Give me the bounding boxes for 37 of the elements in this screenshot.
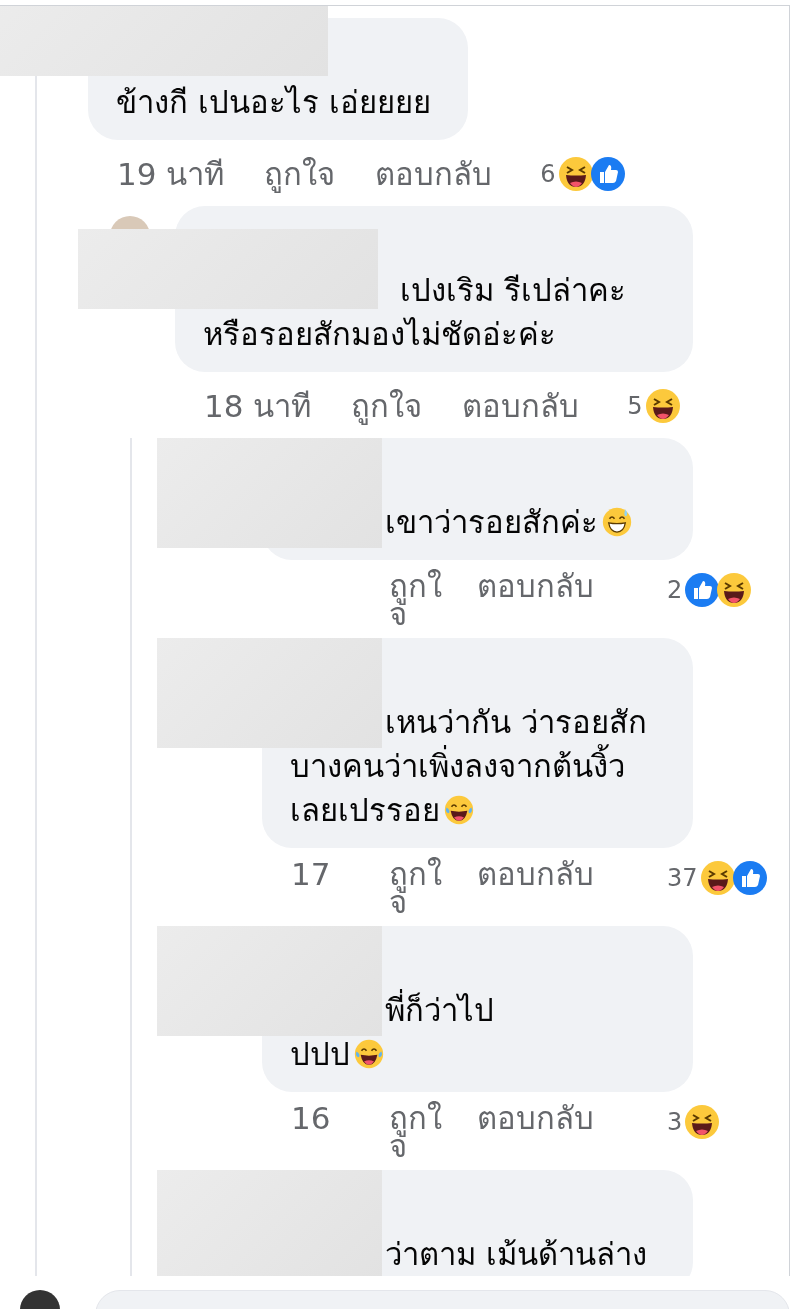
comment-text: บางคนว่าเพิ่งลงจากต้นงิ้ว	[290, 744, 625, 788]
thumbs-up-icon	[731, 860, 768, 896]
reply-link[interactable]: ตอบกลับ	[477, 1104, 594, 1132]
grinning-sweat-face-icon	[602, 507, 632, 537]
reply-link[interactable]: ตอบกลับ	[477, 860, 594, 888]
reaction-count[interactable]: 2	[667, 576, 683, 604]
reaction-count[interactable]: 37	[667, 864, 698, 892]
comment-text: ปปป	[290, 1035, 350, 1074]
comment-text: ข้างกี เปนอะไร เอ่ยยยย	[116, 83, 431, 122]
laughing-face-icon	[684, 1104, 721, 1140]
timestamp: 17	[291, 860, 332, 888]
thumbs-up-icon	[589, 156, 626, 192]
comment-text: เขาว่ารอยสักค่ะ	[385, 503, 598, 542]
timestamp: 16	[291, 1104, 332, 1132]
tears-of-joy-face-icon	[444, 795, 474, 825]
timestamp: 19 นาที	[117, 155, 225, 194]
reaction-count[interactable]: 5	[627, 384, 643, 428]
laughing-face-icon	[557, 156, 594, 192]
timestamp: 18 นาที	[204, 387, 312, 426]
reply-link[interactable]: ตอบกลับ	[462, 384, 580, 428]
laughing-face-icon	[699, 860, 736, 896]
like-link[interactable]: ถูกใจ	[264, 152, 336, 196]
laughing-face-icon	[716, 572, 753, 608]
like-link[interactable]: ถูกใจ	[351, 384, 423, 428]
reply-link[interactable]: ตอบกลับ	[477, 572, 594, 600]
laughing-face-icon	[644, 388, 681, 424]
comment-text: เปงเริม รีเปล่าคะ	[400, 271, 626, 310]
reply-link[interactable]: ตอบกลับ	[375, 152, 493, 196]
comment-text: เหนว่ากัน ว่ารอยสัก	[385, 703, 647, 742]
comment-text: เลยเปรรอย	[290, 791, 440, 830]
comment-text: พี่ก็ว่าไป	[385, 988, 494, 1032]
comment-text: ว่าตาม เม้นด้านล่าง	[385, 1235, 647, 1274]
tears-of-joy-face-icon	[354, 1039, 384, 1069]
thumbs-up-icon	[684, 572, 721, 608]
reaction-count[interactable]: 3	[667, 1108, 683, 1136]
comment-text: หรือรอยสักมองไม่ชัดอ่ะค่ะ	[203, 315, 556, 354]
reaction-count[interactable]: 6	[540, 152, 556, 196]
